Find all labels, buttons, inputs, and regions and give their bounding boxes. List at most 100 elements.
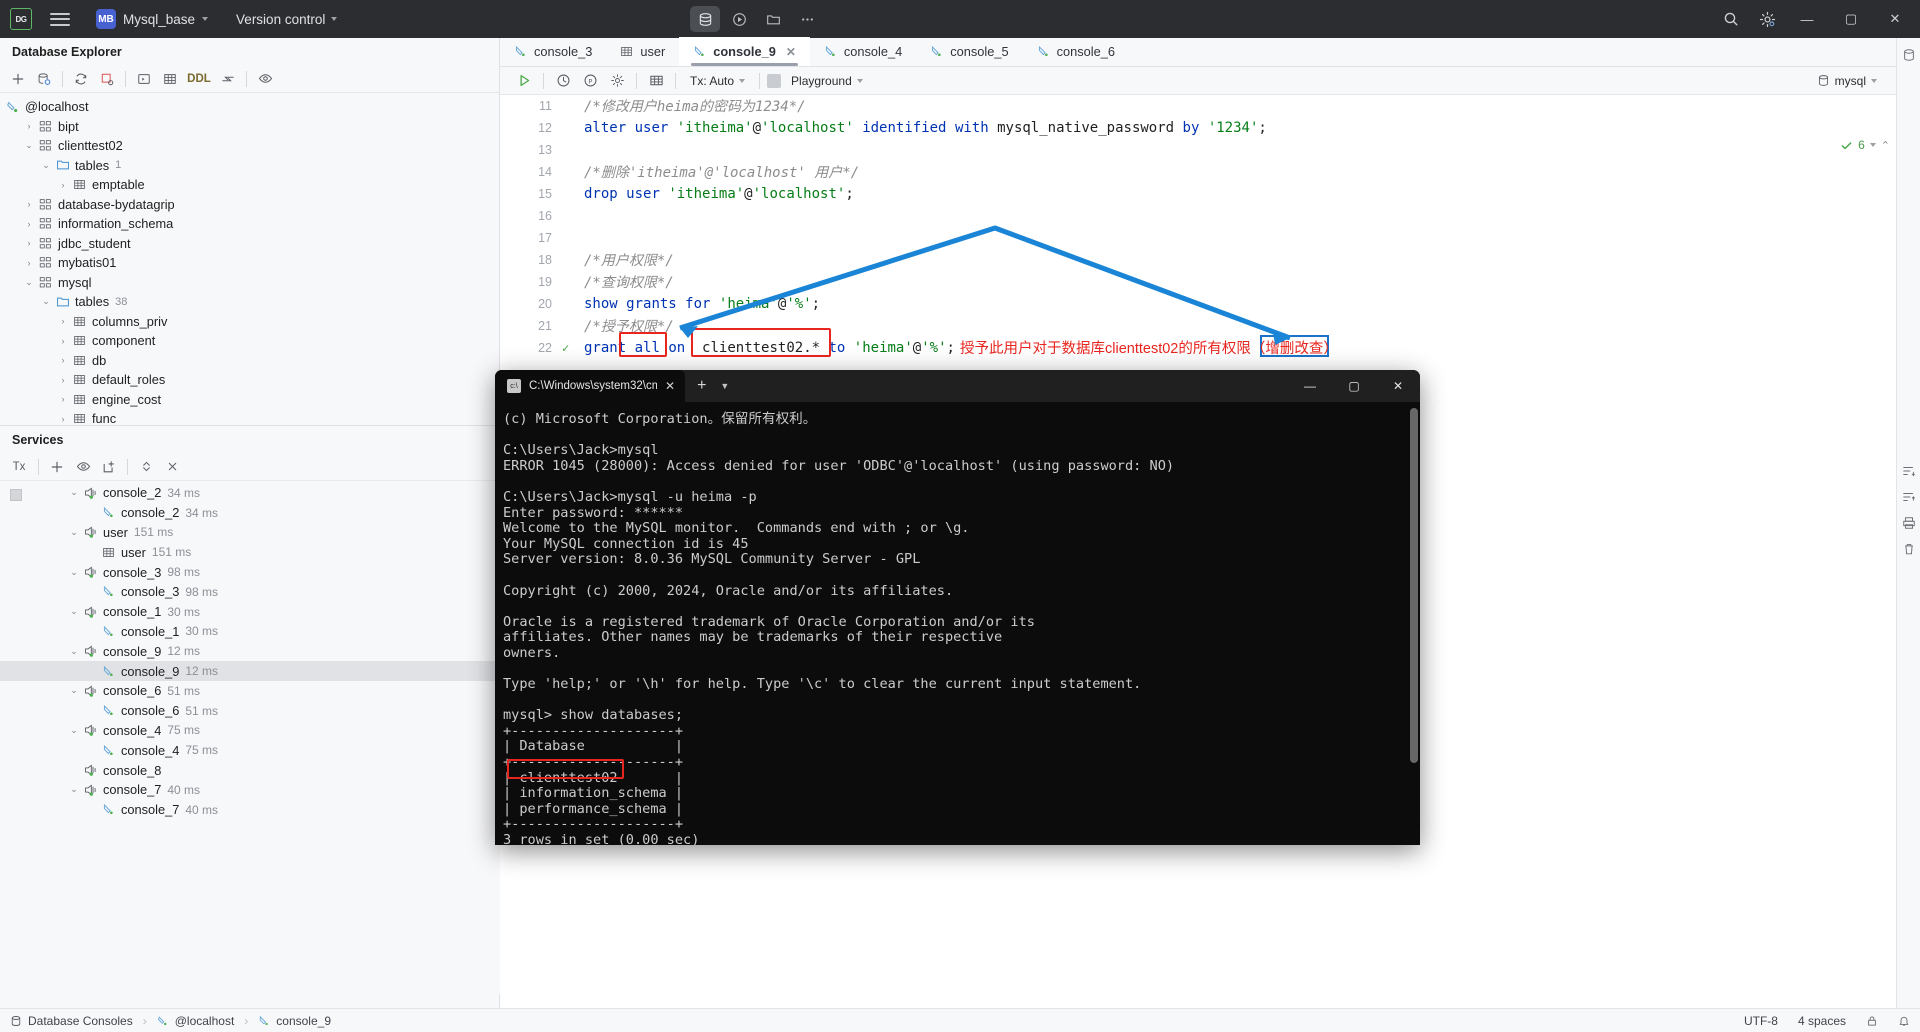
close-icon[interactable]: ✕: [786, 45, 796, 59]
chevron-down-icon[interactable]: ⌄: [66, 527, 82, 538]
jump-to-icon[interactable]: [216, 68, 240, 90]
run-icon[interactable]: [724, 6, 754, 32]
chevron-right-icon[interactable]: ›: [55, 316, 71, 326]
expand-collapse-icon[interactable]: [134, 456, 158, 478]
cmd-close-button[interactable]: ✕: [1376, 370, 1420, 402]
inspection-status[interactable]: 6 ⌃: [1840, 138, 1890, 152]
chevron-right-icon[interactable]: ›: [55, 180, 71, 190]
editor-tab-console_6[interactable]: console_6: [1023, 37, 1129, 66]
chevron-down-icon[interactable]: ⌄: [21, 140, 37, 151]
tree-node-mysql[interactable]: ⌄ mysql: [0, 273, 499, 293]
plus-icon[interactable]: [45, 456, 69, 478]
eye-icon[interactable]: [253, 68, 277, 90]
print-icon[interactable]: [1897, 510, 1920, 536]
chevron-down-icon[interactable]: ⌄: [66, 685, 82, 696]
chevron-right-icon[interactable]: ›: [21, 121, 37, 131]
profile-icon[interactable]: P: [578, 70, 602, 92]
tree-node-component[interactable]: › component: [0, 331, 499, 351]
chevron-right-icon[interactable]: ›: [21, 238, 37, 248]
chevron-down-icon[interactable]: ⌄: [66, 567, 82, 578]
services-row[interactable]: ⌄ console_3 98 ms: [0, 562, 500, 582]
project-selector[interactable]: MB Mysql_base: [90, 6, 214, 32]
tree-node-emptable[interactable]: › emptable: [0, 175, 499, 195]
chevron-right-icon[interactable]: ›: [55, 375, 71, 385]
services-row[interactable]: ⌄ user 151 ms: [0, 523, 500, 543]
chevron-down-icon[interactable]: ⌄: [21, 277, 37, 288]
stop-refresh-icon[interactable]: [95, 68, 119, 90]
chevron-right-icon[interactable]: ›: [55, 394, 71, 404]
tree-node-tables[interactable]: ⌄ tables 38: [0, 292, 499, 312]
table-icon[interactable]: [158, 68, 182, 90]
status-host[interactable]: @localhost: [147, 1014, 245, 1028]
table-grid-icon[interactable]: [644, 70, 668, 92]
tree-node-database-bydatagrip[interactable]: › database-bydatagrip: [0, 195, 499, 215]
settings-icon[interactable]: [1750, 2, 1784, 36]
run-green-triangle-icon[interactable]: [512, 70, 536, 92]
cmd-scrollbar-thumb[interactable]: [1410, 408, 1418, 763]
close-icon[interactable]: ✕: [665, 379, 675, 393]
chevron-down-icon[interactable]: ⌄: [38, 296, 54, 307]
status-indent[interactable]: 4 spaces: [1788, 1014, 1856, 1028]
status-encoding[interactable]: UTF-8: [1734, 1014, 1788, 1028]
tree-node-default-roles[interactable]: › default_roles: [0, 370, 499, 390]
close-button[interactable]: ✕: [1874, 0, 1916, 38]
services-row[interactable]: console_4 75 ms: [0, 740, 500, 760]
open-console-icon[interactable]: [132, 68, 156, 90]
datasource-selector[interactable]: mysql: [1810, 72, 1884, 90]
database-icon[interactable]: [690, 6, 720, 32]
ddl-button[interactable]: DDL: [184, 68, 214, 90]
services-row[interactable]: console_6 51 ms: [0, 701, 500, 721]
cmd-scrollbar[interactable]: [1410, 408, 1418, 838]
services-row[interactable]: ⌄ console_7 40 ms: [0, 780, 500, 800]
schema-selector[interactable]: Playground: [784, 72, 870, 90]
services-row[interactable]: ⌄ console_9 12 ms: [0, 641, 500, 661]
tree-node-columns-priv[interactable]: › columns_priv: [0, 312, 499, 332]
services-row[interactable]: console_2 34 ms: [0, 503, 500, 523]
chevron-down-icon[interactable]: ⌄: [66, 487, 82, 498]
status-console[interactable]: console_9: [248, 1014, 341, 1028]
cmd-minimize-button[interactable]: —: [1288, 370, 1332, 402]
more-icon[interactable]: [792, 6, 822, 32]
maximize-button[interactable]: ▢: [1830, 0, 1872, 38]
minimize-button[interactable]: —: [1786, 0, 1828, 38]
tree-node-engine-cost[interactable]: › engine_cost: [0, 390, 499, 410]
hamburger-menu-icon[interactable]: [50, 12, 70, 26]
tree-node-db[interactable]: › db: [0, 351, 499, 371]
tree-node-bipt[interactable]: › bipt: [0, 117, 499, 137]
services-row[interactable]: ⌄ console_4 75 ms: [0, 721, 500, 741]
close-icon[interactable]: [160, 456, 184, 478]
services-row[interactable]: ⌄ console_6 51 ms: [0, 681, 500, 701]
tree-node-information-schema[interactable]: › information_schema: [0, 214, 499, 234]
services-row[interactable]: ⌄ console_2 34 ms: [0, 483, 500, 503]
chevron-right-icon[interactable]: ›: [55, 336, 71, 346]
gear-icon[interactable]: [605, 70, 629, 92]
tree-node-clienttest02[interactable]: ⌄ clienttest02: [0, 136, 499, 156]
filter-icon[interactable]: [1897, 484, 1920, 510]
chevron-right-icon[interactable]: ›: [55, 414, 71, 424]
database-icon[interactable]: [1897, 42, 1920, 68]
new-tab-icon[interactable]: [97, 456, 121, 478]
plus-icon[interactable]: [6, 68, 30, 90]
plus-icon[interactable]: +: [697, 377, 706, 395]
chevron-right-icon[interactable]: ›: [21, 199, 37, 209]
editor-tab-console_4[interactable]: console_4: [810, 37, 916, 66]
services-row[interactable]: console_9 12 ms: [0, 661, 500, 681]
status-database-consoles[interactable]: Database Consoles: [0, 1014, 143, 1028]
lock-icon[interactable]: [1856, 1015, 1888, 1027]
services-row[interactable]: console_8: [0, 760, 500, 780]
tree-node-jdbc-student[interactable]: › jdbc_student: [0, 234, 499, 254]
cmd-maximize-button[interactable]: ▢: [1332, 370, 1376, 402]
cmd-tab[interactable]: c:\ C:\Windows\system32\cmd.e ✕: [495, 370, 686, 402]
tree-root-localhost[interactable]: @localhost: [0, 97, 499, 117]
chevron-down-icon[interactable]: ⌄: [66, 784, 82, 795]
services-row[interactable]: console_3 98 ms: [0, 582, 500, 602]
chevron-down-icon[interactable]: ⌄: [66, 606, 82, 617]
eye-icon[interactable]: [71, 456, 95, 478]
editor-tab-console_9[interactable]: console_9 ✕: [679, 37, 810, 66]
chevron-down-icon[interactable]: ▼: [720, 381, 729, 391]
services-row[interactable]: ⌄ console_1 30 ms: [0, 602, 500, 622]
chevron-right-icon[interactable]: ›: [21, 219, 37, 229]
chevron-up-icon[interactable]: ⌃: [1881, 139, 1890, 152]
search-icon[interactable]: [1714, 2, 1748, 36]
bell-icon[interactable]: [1888, 1015, 1920, 1027]
